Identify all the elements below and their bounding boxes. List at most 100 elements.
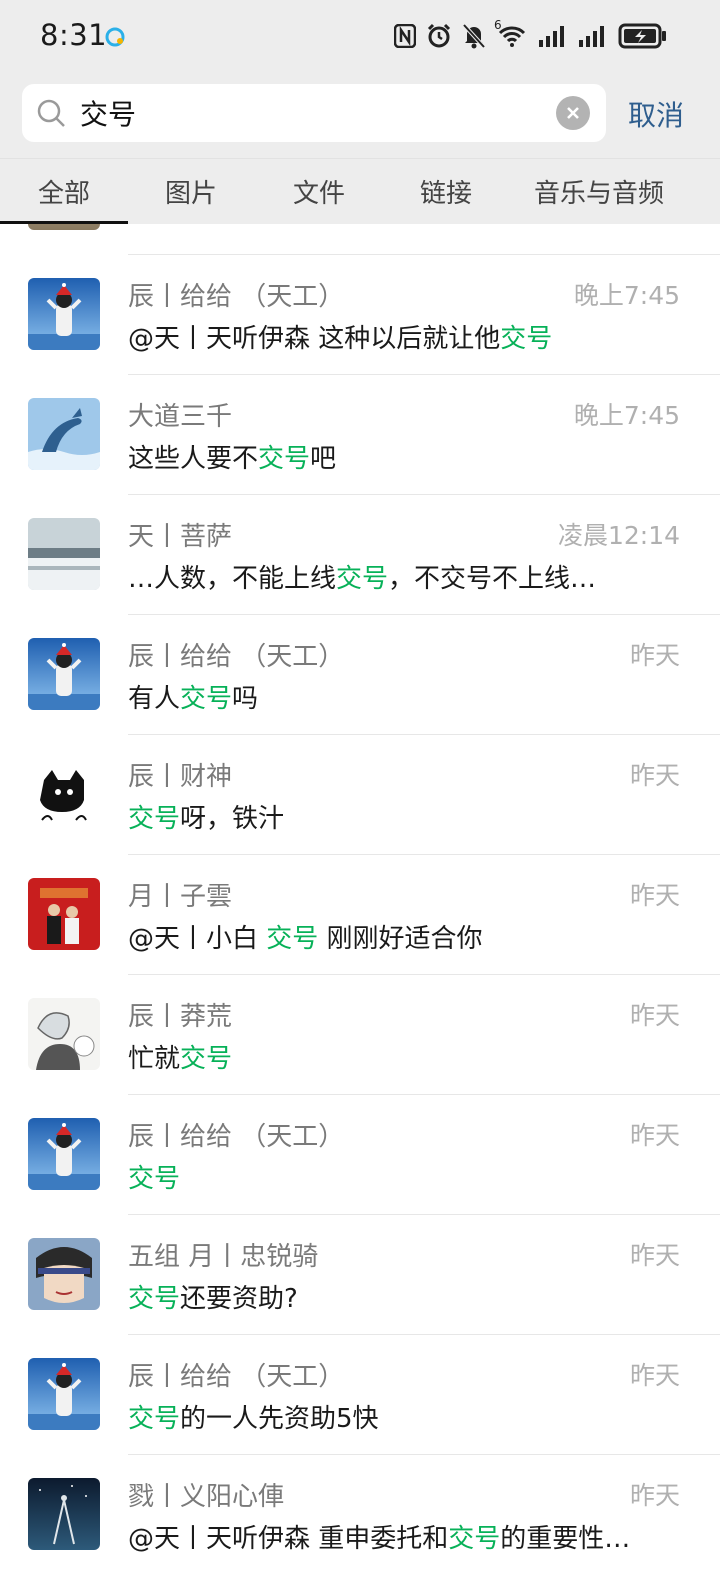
keyword-highlight: 交号 [500,324,553,354]
search-result-row[interactable]: 大道三千 晚上7:45 这些人要不交号吧 [0,374,720,494]
santa-hat-person-avatar[interactable] [28,1118,100,1190]
cancel-button[interactable]: 取消 [628,94,684,134]
night-sky-figure-avatar[interactable] [28,1478,100,1550]
search-result-row[interactable]: 辰丨莽荒 昨天 忙就交号 [0,974,720,1094]
snippet-text: @天丨小白 [128,924,267,954]
message-snippet: @天丨小白 交号 刚刚好适合你 [128,918,483,955]
keyword-highlight: 交号 [128,1284,181,1314]
tab-files[interactable]: 文件 [293,173,345,210]
keyword-highlight: 交号 [180,1044,233,1074]
search-result-row[interactable]: 辰丨给给 （天工） 晚上7:45 @天丨天听伊森 这种以后就让他交号 [0,254,720,374]
search-results-list[interactable]: 辰丨给给 （天工） 晚上7:45 @天丨天听伊森 这种以后就让他交号 大道三千 晚上7:… [0,224,720,1592]
snippet-text: @天丨天听伊森 这种以后就让他 [128,324,501,354]
couple-red-avatar[interactable] [28,878,100,950]
row-divider [128,494,720,495]
wifi-icon: 6 [494,18,528,48]
message-time: 晚上7:45 [573,281,680,310]
message-time: 昨天 [629,1361,680,1390]
keyword-highlight: 交号 [258,444,311,474]
keyword-highlight: 交号 [128,804,181,834]
santa-hat-person-avatar[interactable] [28,1358,100,1430]
mute-icon [462,23,486,49]
anime-sketch-avatar[interactable] [28,998,100,1070]
snippet-text: 这些人要不 [128,444,259,474]
tab-images[interactable]: 图片 [165,173,217,210]
search-filter-tabs: 全部 图片 文件 链接 音乐与音频 [0,158,720,225]
keyword-highlight: 交号 [266,924,319,954]
snippet-text: 吧 [310,444,337,474]
snippet-text: …人数，不能上线 [128,564,337,594]
keyword-highlight: 交号 [180,684,233,714]
search-result-row[interactable]: 天丨菩萨 凌晨12:14 …人数，不能上线交号，不交号不上线… [0,494,720,614]
keyword-highlight: 交号 [128,1164,181,1194]
message-time: 昨天 [629,761,680,790]
message-time: 昨天 [629,1241,680,1270]
anime-character-avatar[interactable] [28,1238,100,1310]
snippet-text: 吗 [232,684,259,714]
row-divider [128,1214,720,1215]
snippet-text: ，不交号不上线… [388,564,597,594]
sender-name: 辰丨给给 （天工） [128,1362,345,1392]
message-time: 昨天 [629,641,680,670]
keyword-highlight: 交号 [448,1524,501,1554]
signal-icon [578,24,608,48]
message-snippet: @天丨天听伊森 这种以后就让他交号 [128,318,552,355]
message-snippet: 交号还要资助? [128,1278,298,1315]
search-result-row[interactable]: 月丨子雲 昨天 @天丨小白 交号 刚刚好适合你 [0,854,720,974]
network-label: 6 [494,18,502,32]
avatar [28,224,100,230]
search-result-row[interactable]: 辰丨给给 （天工） 昨天交号的一人先资助5快 [0,1334,720,1454]
message-snippet: 交号呀，铁汁 [128,798,284,835]
tab-links[interactable]: 链接 [420,173,472,210]
search-result-row[interactable]: 戮丨义阳心俥 昨天 @天丨天听伊森 重申委托和交号的重要性… [0,1454,720,1574]
search-result-row[interactable]: 五组 月丨忠锐骑 昨天 交号还要资助? [0,1214,720,1334]
message-snippet: 交号的一人先资助5快 [128,1398,379,1435]
search-icon [36,98,66,132]
whale-avatar[interactable] [28,398,100,470]
message-snippet: @天丨天听伊森 重申委托和交号的重要性… [128,1518,630,1555]
partial-result-row[interactable] [0,224,720,254]
search-result-row[interactable]: 辰丨给给 （天工） 昨天有人交号吗 [0,614,720,734]
snippet-text: 有人 [128,684,181,714]
search-result-row[interactable]: 辰丨给给 （天工） 昨天交号 [0,1094,720,1214]
row-divider [128,1334,720,1335]
alarm-icon [426,23,452,49]
snippet-text: 忙就 [128,1044,181,1074]
sender-name: 辰丨给给 （天工） [128,642,345,672]
santa-hat-person-avatar[interactable] [28,278,100,350]
row-divider [128,374,720,375]
status-time: 8:31 [40,18,108,52]
snippet-text: 呀，铁汁 [180,804,285,834]
search-box[interactable] [22,84,606,142]
sender-name: 辰丨财神 [128,762,233,792]
message-time: 晚上7:45 [573,401,680,430]
app-notification-icon [104,26,126,48]
search-input[interactable] [78,90,552,136]
message-snippet: 这些人要不交号吧 [128,438,336,475]
message-snippet: 忙就交号 [128,1038,232,1075]
clear-search-icon[interactable] [556,96,590,130]
keyword-highlight: 交号 [336,564,389,594]
row-divider [128,254,720,255]
row-divider [128,1094,720,1095]
message-time: 昨天 [629,1121,680,1150]
snippet-text: 的一人先资助5快 [180,1404,379,1434]
sender-name: 辰丨给给 （天工） [128,1122,345,1152]
sender-name: 天丨菩萨 [128,522,233,552]
message-time: 昨天 [629,1001,680,1030]
keyword-highlight: 交号 [128,1404,181,1434]
row-divider [128,1454,720,1455]
cartoon-cat-avatar[interactable] [28,758,100,830]
row-divider [128,854,720,855]
tab-all[interactable]: 全部 [38,173,90,210]
sender-name: 月丨子雲 [128,882,233,912]
row-divider [128,734,720,735]
search-result-row[interactable]: 辰丨财神 昨天交号呀，铁汁 [0,734,720,854]
snow-landscape-avatar[interactable] [28,518,100,590]
nfc-icon [394,24,416,48]
snippet-text: 的重要性… [500,1524,631,1554]
santa-hat-person-avatar[interactable] [28,638,100,710]
snippet-text: 刚刚好适合你 [318,924,483,954]
sender-name: 大道三千 [128,402,233,432]
tab-music-audio[interactable]: 音乐与音频 [534,173,664,210]
